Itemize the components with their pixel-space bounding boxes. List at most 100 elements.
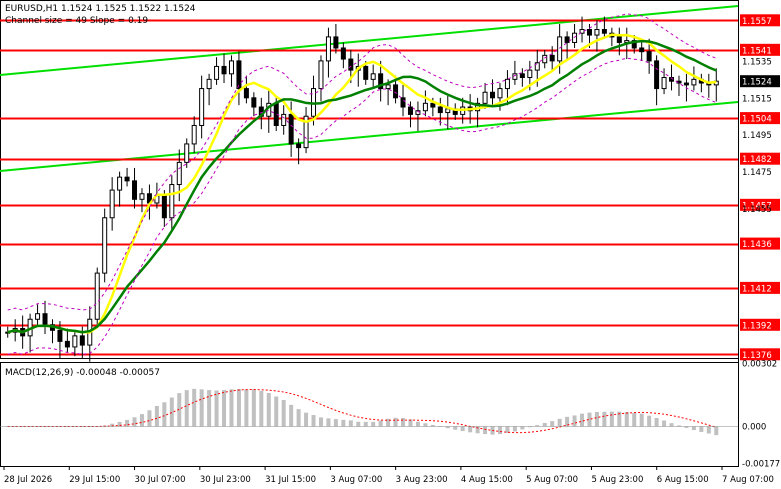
macd-bar (378, 420, 383, 427)
macd-bar (341, 419, 346, 427)
price-tick-label: 1.1436 (742, 240, 772, 250)
candle-body (691, 78, 697, 86)
main-plot-frame (0, 0, 739, 359)
candle-body (228, 60, 234, 75)
candle-body (243, 88, 249, 99)
macd-bar (236, 389, 241, 427)
macd-tick-label: 0.000 (742, 422, 766, 432)
chart-window[interactable]: 1.1557 1.1541 1.1535 1.1524 1.1515 1.1504 1.14… (0, 0, 781, 489)
macd-bar (609, 411, 614, 427)
macd-bar (199, 389, 204, 427)
macd-bar (274, 396, 279, 427)
macd-tick-label: -0.00177 (742, 459, 780, 469)
candle-body (594, 29, 600, 36)
macd-bar (266, 393, 271, 427)
time-tick-label: 30 Jul 07:00 (135, 475, 186, 485)
macd-bar (333, 419, 338, 427)
macd-bar (184, 390, 189, 427)
candle-body (109, 189, 115, 219)
candle-body (482, 91, 488, 104)
candle-body (586, 29, 592, 36)
candle-body (199, 88, 205, 126)
macd-bar (632, 412, 637, 427)
macd-bar (296, 409, 301, 427)
candle-body (557, 36, 563, 62)
macd-bar (259, 390, 264, 427)
candle-body (646, 51, 652, 62)
macd-bar (453, 426, 458, 430)
macd-bar (647, 415, 652, 427)
macd-bar (557, 418, 562, 427)
candle-body (236, 60, 242, 90)
bollinger-upper (7, 13, 717, 311)
candle-body (72, 335, 78, 348)
time-tick-label: 4 Aug 15:00 (461, 475, 513, 485)
price-tick-label: 1.1475 (742, 168, 772, 178)
macd-bar (415, 421, 420, 427)
macd-bar (468, 426, 473, 433)
candle-body (527, 69, 533, 79)
candle-body (616, 36, 622, 43)
candle-body (221, 65, 227, 75)
price-tick-label: 1.1524 (742, 78, 772, 88)
candle-body (35, 313, 41, 320)
macd-bar (624, 411, 629, 427)
time-tick-label: 3 Aug 07:00 (330, 475, 382, 485)
candle-body (288, 113, 294, 145)
macd-bar (572, 415, 577, 427)
macd-bar (214, 390, 219, 427)
macd-bar (483, 426, 488, 435)
macd-bar (222, 389, 227, 427)
price-tick-label: 1.1535 (742, 57, 772, 67)
macd-bar (326, 418, 331, 427)
macd-bar (125, 419, 130, 427)
macd-bar (602, 411, 607, 427)
candle-body (161, 195, 167, 219)
candle-body (393, 84, 399, 99)
candle-body (57, 329, 63, 342)
macd-bar (460, 426, 465, 432)
macd-bar (139, 414, 144, 427)
candle-body (407, 106, 413, 115)
candle-body (683, 82, 689, 86)
macd-bar (669, 423, 674, 427)
candle-body (102, 217, 108, 274)
price-tick-label: 1.1515 (742, 94, 772, 104)
candle-body (333, 36, 339, 49)
time-tick-label: 28 Jul 2026 (4, 475, 52, 485)
macd-tick-label: 0.00302 (742, 360, 777, 370)
macd-bar (401, 418, 406, 427)
candle-body (296, 143, 302, 149)
candle-body (132, 180, 138, 200)
candle-body (139, 193, 145, 200)
candle-body (318, 60, 324, 90)
macd-bar (594, 412, 599, 427)
macd-bar (580, 413, 585, 427)
candle-body (325, 36, 331, 62)
candle-body (437, 106, 443, 114)
macd-bar (251, 389, 256, 427)
chart-canvas[interactable]: 1.1557 1.15411.1535 1.1524 1.1515 1.1504 1.14… (0, 0, 781, 489)
macd-bar (318, 417, 323, 427)
time-tick-label: 6 Aug 15:00 (657, 475, 709, 485)
candle-body (64, 340, 70, 348)
macd-bar (706, 426, 711, 434)
price-tick-label: 1.1495 (742, 131, 772, 141)
macd-bar (192, 388, 197, 427)
macd-bar (512, 426, 517, 432)
macd-bar (289, 404, 294, 427)
time-tick-label: 5 Aug 23:00 (591, 475, 643, 485)
candle-body (79, 335, 85, 346)
macd-bar (654, 418, 659, 427)
time-tick-label: 7 Aug 07:00 (722, 475, 774, 485)
candle-body (549, 54, 555, 62)
candle-body (370, 73, 376, 80)
macd-bar (348, 420, 353, 427)
macd-bar (363, 421, 368, 427)
channel-lower-line (0, 101, 739, 172)
candle-body (206, 78, 212, 90)
macd-bar (162, 402, 167, 427)
price-tick-label: 1.1541 (742, 46, 772, 56)
macd-bar (639, 413, 644, 427)
macd-bar (281, 400, 286, 427)
